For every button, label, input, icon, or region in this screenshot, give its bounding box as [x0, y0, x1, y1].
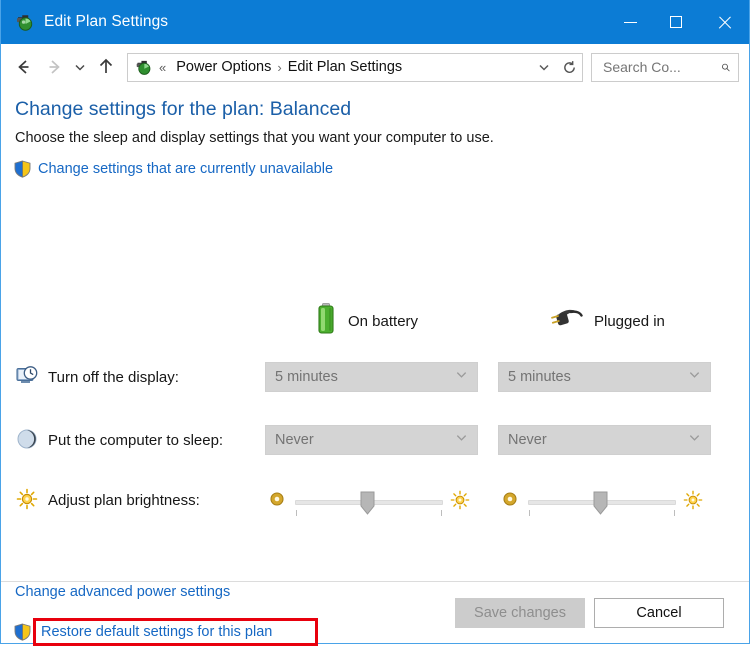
dropdown-value-sleep-plugged-in: Never — [508, 432, 547, 448]
search-box[interactable] — [591, 52, 739, 82]
bright-sun-icon — [683, 490, 703, 515]
maximize-icon — [670, 16, 682, 28]
dropdown-turn-off-display-plugged-in[interactable]: 5 minutes — [498, 362, 711, 392]
setting-row-turn-off-display: Turn off the display: 5 minutes 5 minute… — [1, 357, 749, 397]
back-button[interactable] — [9, 52, 39, 82]
up-arrow-icon — [99, 58, 113, 73]
dim-sun-icon — [268, 490, 286, 513]
refresh-icon — [564, 60, 575, 73]
setting-label-put-computer-to-sleep: Put the computer to sleep: — [48, 431, 224, 449]
minimize-button[interactable] — [607, 0, 653, 44]
breadcrumb-dropdown-button[interactable] — [531, 54, 557, 81]
title-bar: Edit Plan Settings — [1, 0, 749, 44]
maximize-button[interactable] — [653, 0, 699, 44]
slider-tick — [296, 510, 297, 516]
column-label-on-battery: On battery — [348, 312, 419, 330]
uac-shield-icon — [14, 160, 31, 178]
breadcrumb-separator: › — [277, 59, 282, 75]
dropdown-value-turn-off-display-on-battery: 5 minutes — [275, 369, 338, 385]
page-title: Change settings for the plan: Balanced — [15, 98, 352, 120]
chevron-down-icon — [688, 431, 701, 449]
slider-tick — [441, 510, 442, 516]
forward-arrow-icon — [49, 60, 60, 74]
breadcrumb-overflow[interactable]: « — [159, 60, 168, 75]
search-input[interactable] — [601, 58, 722, 76]
bright-sun-icon — [450, 490, 470, 515]
up-button[interactable] — [91, 52, 121, 82]
breadcrumb-item-power-options[interactable]: Power Options — [176, 59, 271, 75]
close-icon — [717, 15, 732, 30]
uac-shield-icon — [14, 623, 31, 641]
restore-default-highlight-box — [33, 618, 318, 646]
search-icon — [722, 63, 731, 71]
window-title: Edit Plan Settings — [44, 13, 169, 30]
dropdown-value-sleep-on-battery: Never — [275, 432, 314, 448]
breadcrumb[interactable]: « Power Options › Edit Plan Settings — [127, 52, 558, 82]
back-arrow-icon — [18, 60, 29, 74]
battery-icon — [315, 302, 337, 341]
forward-button[interactable] — [39, 52, 69, 82]
sleep-moon-icon — [15, 427, 39, 451]
chevron-down-icon — [455, 368, 468, 386]
brightness-sun-icon — [15, 487, 39, 511]
dropdown-value-turn-off-display-plugged-in: 5 minutes — [508, 369, 571, 385]
change-unavailable-settings-row[interactable]: Change settings that are currently unava… — [14, 160, 333, 178]
close-button[interactable] — [699, 0, 749, 44]
navigation-bar: « Power Options › Edit Plan Settings — [1, 44, 749, 90]
chevron-down-icon — [75, 64, 85, 71]
chevron-down-icon — [455, 431, 468, 449]
page-subtitle: Choose the sleep and display settings th… — [15, 130, 494, 146]
title-bar-left: Edit Plan Settings — [1, 12, 168, 32]
column-header-plugged-in: Plugged in — [549, 298, 665, 344]
dropdown-sleep-on-battery[interactable]: Never — [265, 425, 478, 455]
dropdown-turn-off-display-on-battery[interactable]: 5 minutes — [265, 362, 478, 392]
setting-label-adjust-plan-brightness: Adjust plan brightness: — [48, 491, 200, 509]
slider-tick — [529, 510, 530, 516]
edit-plan-settings-window: Edit Plan Settings « Power Options › Edi… — [0, 0, 750, 646]
power-plug-icon — [549, 304, 583, 339]
column-label-plugged-in: Plugged in — [594, 312, 665, 330]
display-clock-icon — [15, 364, 39, 388]
slider-tick — [674, 510, 675, 516]
power-plan-icon — [14, 12, 34, 32]
recent-locations-button[interactable] — [69, 52, 91, 82]
breadcrumb-item-edit-plan-settings[interactable]: Edit Plan Settings — [288, 59, 402, 75]
chevron-down-icon — [688, 368, 701, 386]
column-header-on-battery: On battery — [315, 298, 418, 344]
chevron-down-icon — [539, 64, 549, 71]
cancel-button[interactable]: Cancel — [594, 597, 724, 628]
change-unavailable-settings-link[interactable]: Change settings that are currently unava… — [38, 161, 333, 177]
content-area: Change settings for the plan: Balanced C… — [1, 90, 749, 646]
change-advanced-power-settings-link[interactable]: Change advanced power settings — [15, 584, 230, 600]
window-controls — [607, 0, 749, 44]
setting-row-adjust-plan-brightness: Adjust plan brightness: — [1, 480, 749, 520]
refresh-button[interactable] — [557, 52, 583, 82]
setting-label-turn-off-display: Turn off the display: — [48, 368, 179, 386]
save-changes-button[interactable]: Save changes — [455, 597, 585, 628]
slider-thumb[interactable] — [360, 491, 375, 515]
column-headers: On battery Plugged in — [1, 298, 749, 344]
power-plan-icon — [134, 58, 152, 76]
slider-thumb[interactable] — [593, 491, 608, 515]
minimize-icon — [623, 21, 637, 23]
dropdown-sleep-plugged-in[interactable]: Never — [498, 425, 711, 455]
dim-sun-icon — [501, 490, 519, 513]
setting-row-put-computer-to-sleep: Put the computer to sleep: Never Never — [1, 420, 749, 460]
